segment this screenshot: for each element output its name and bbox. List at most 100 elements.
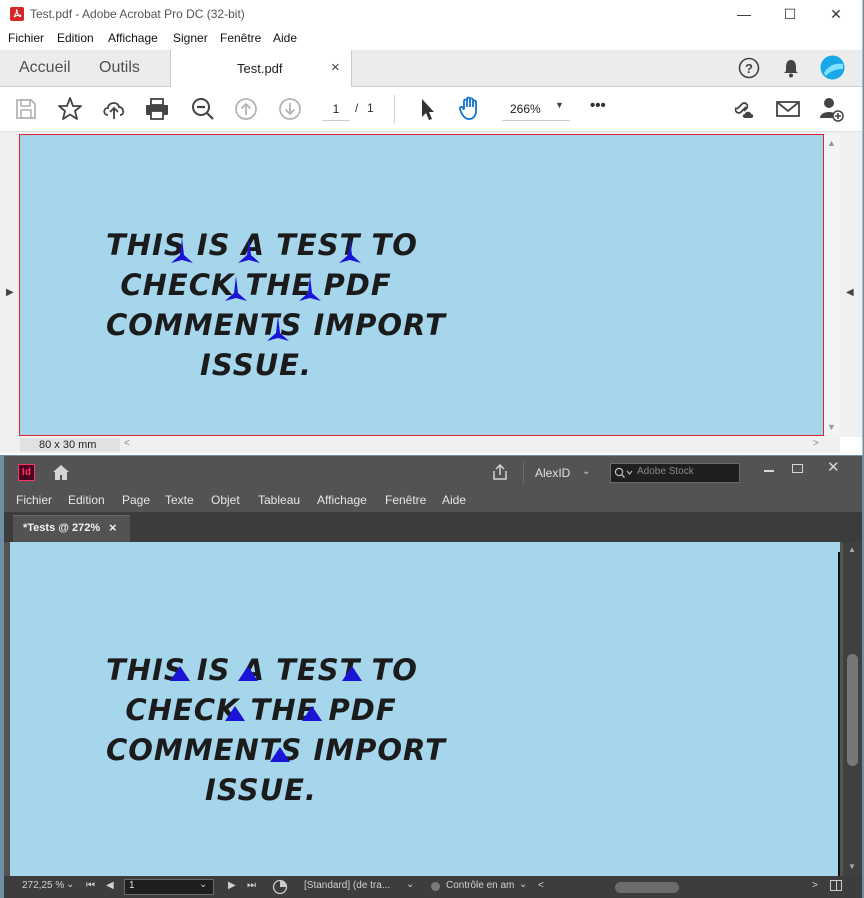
bell-icon[interactable] xyxy=(780,57,802,79)
acrobat-window-title: Test.pdf - Adobe Acrobat Pro DC (32-bit) xyxy=(30,7,245,21)
split-view-icon[interactable] xyxy=(830,880,842,891)
indesign-tab-close-icon[interactable]: × xyxy=(109,520,117,535)
page-dropdown-icon[interactable]: ⌄ xyxy=(199,879,207,890)
menu-fenetre[interactable]: Fenêtre xyxy=(220,31,261,45)
acrobat-app-icon xyxy=(10,7,24,21)
close-icon[interactable]: ✕ xyxy=(825,4,847,24)
id-menu-aide[interactable]: Aide xyxy=(442,493,466,507)
preflight-field[interactable]: Contrôle en am xyxy=(446,880,514,891)
more-tools-icon[interactable]: ••• xyxy=(590,97,606,114)
page-size-label: 80 x 30 mm xyxy=(20,438,120,452)
id-menu-edition[interactable]: Edition xyxy=(68,493,105,507)
hscroll-left-icon[interactable]: < xyxy=(538,880,544,891)
prev-page-icon[interactable]: ◀ xyxy=(106,880,114,891)
first-page-icon[interactable]: ⏮ xyxy=(86,880,95,891)
scroll-down-icon[interactable]: ▼ xyxy=(827,422,836,432)
id-menu-texte[interactable]: Texte xyxy=(165,493,194,507)
scroll-up-icon[interactable]: ▲ xyxy=(827,138,836,148)
page-number-input[interactable]: 1 xyxy=(322,98,350,121)
user-account[interactable]: AlexID xyxy=(535,466,570,480)
acrobat-tab-bar: Accueil Outils ? xyxy=(0,50,862,87)
page-number-value: 1 xyxy=(129,880,135,891)
menu-aide[interactable]: Aide xyxy=(273,31,297,45)
save-icon[interactable] xyxy=(12,95,40,123)
share-icon[interactable] xyxy=(491,463,509,481)
search-placeholder: Adobe Stock xyxy=(637,466,694,477)
indesign-app-badge: Id xyxy=(18,464,35,481)
preflight-status-icon xyxy=(431,882,440,891)
menu-affichage[interactable]: Affichage xyxy=(108,31,158,45)
preflight-globe-icon[interactable] xyxy=(272,879,288,895)
id-menu-fichier[interactable]: Fichier xyxy=(16,493,52,507)
indesign-minimize-icon[interactable] xyxy=(764,470,774,472)
zoom-level-field[interactable]: 272,25 % xyxy=(22,880,64,891)
comment-marker-icon xyxy=(171,238,193,263)
menu-fichier[interactable]: Fichier xyxy=(8,31,44,45)
next-page-icon[interactable]: ▶ xyxy=(228,880,236,891)
select-cursor-icon[interactable] xyxy=(413,95,441,123)
acrobat-vertical-scrollbar[interactable]: ▲ ▼ xyxy=(824,134,840,438)
paragraph-style-field[interactable]: [Standard] (de tra... xyxy=(304,880,390,891)
zoom-dropdown-icon[interactable]: ⌄ xyxy=(66,879,74,890)
menu-edition[interactable]: Edition xyxy=(57,31,94,45)
bookmark-star-icon[interactable] xyxy=(56,95,84,123)
previous-page-icon[interactable] xyxy=(232,95,260,123)
indesign-document-tab-label: *Tests @ 272% xyxy=(23,522,101,534)
zoom-out-icon[interactable] xyxy=(189,95,217,123)
indesign-tab-bar xyxy=(4,512,862,542)
print-icon[interactable] xyxy=(143,95,171,123)
search-icon xyxy=(614,467,633,478)
page-number-field[interactable]: 1 ⌄ xyxy=(124,879,214,895)
indesign-maximize-icon[interactable] xyxy=(792,464,803,473)
acrobat-title-bar: Test.pdf - Adobe Acrobat Pro DC (32-bit)… xyxy=(0,0,862,28)
minimize-icon[interactable]: — xyxy=(733,4,755,24)
preflight-dropdown-icon[interactable]: ⌄ xyxy=(519,879,527,890)
indesign-vertical-scrollbar[interactable]: ▲ ▼ xyxy=(843,542,862,876)
indesign-document-tab[interactable]: *Tests @ 272% × xyxy=(13,515,130,543)
zoom-level-field[interactable]: 266% xyxy=(502,98,570,121)
comment-marker-icon xyxy=(270,747,290,762)
user-dropdown-icon[interactable]: ⌄ xyxy=(582,466,590,477)
id-scroll-up-icon[interactable]: ▲ xyxy=(848,545,856,554)
next-page-icon[interactable] xyxy=(276,95,304,123)
hscroll-left-icon[interactable]: < xyxy=(124,438,130,449)
id-menu-tableau[interactable]: Tableau xyxy=(258,493,300,507)
document-tab-label: Test.pdf xyxy=(237,61,283,76)
tab-accueil[interactable]: Accueil xyxy=(19,59,71,77)
id-menu-page[interactable]: Page xyxy=(122,493,150,507)
id-scroll-down-icon[interactable]: ▼ xyxy=(848,862,856,871)
add-user-icon[interactable] xyxy=(817,95,845,123)
document-tab[interactable]: Test.pdf × xyxy=(170,50,352,87)
id-scroll-thumb[interactable] xyxy=(847,654,858,766)
home-icon[interactable] xyxy=(51,463,71,481)
cloud-upload-icon[interactable] xyxy=(100,95,128,123)
right-panel-toggle-icon[interactable]: ◀ xyxy=(846,287,854,298)
document-tab-close-icon[interactable]: × xyxy=(331,59,340,76)
comment-marker-icon xyxy=(238,666,258,681)
svg-text:?: ? xyxy=(745,61,753,76)
account-avatar-icon[interactable] xyxy=(820,55,845,80)
comment-marker-icon xyxy=(170,666,190,681)
indesign-page-canvas[interactable]: THIS IS A TEST TO CHECK THE PDF COMMENTS… xyxy=(10,542,840,876)
maximize-icon[interactable]: ☐ xyxy=(779,4,801,24)
tab-outils[interactable]: Outils xyxy=(99,59,140,77)
page-separator: / xyxy=(355,101,359,115)
hscroll-right-icon[interactable]: > xyxy=(813,438,819,449)
comment-marker-icon xyxy=(302,706,322,721)
last-page-icon[interactable]: ⏭ xyxy=(247,880,256,891)
style-dropdown-icon[interactable]: ⌄ xyxy=(406,879,414,890)
share-link-icon[interactable] xyxy=(730,95,758,123)
toolbar-divider xyxy=(394,95,395,123)
left-panel-toggle-icon[interactable]: ▶ xyxy=(6,287,14,298)
help-icon[interactable]: ? xyxy=(738,57,760,79)
id-menu-affichage[interactable]: Affichage xyxy=(317,493,367,507)
hscroll-right-icon[interactable]: > xyxy=(812,880,818,891)
menu-signer[interactable]: Signer xyxy=(173,31,208,45)
email-icon[interactable] xyxy=(774,95,802,123)
adobe-stock-search-input[interactable]: Adobe Stock xyxy=(610,463,740,483)
id-menu-fenetre[interactable]: Fenêtre xyxy=(385,493,426,507)
hand-tool-icon[interactable] xyxy=(456,94,484,122)
indesign-close-icon[interactable]: ✕ xyxy=(827,458,840,476)
hscroll-thumb[interactable] xyxy=(615,882,679,893)
id-menu-objet[interactable]: Objet xyxy=(211,493,240,507)
